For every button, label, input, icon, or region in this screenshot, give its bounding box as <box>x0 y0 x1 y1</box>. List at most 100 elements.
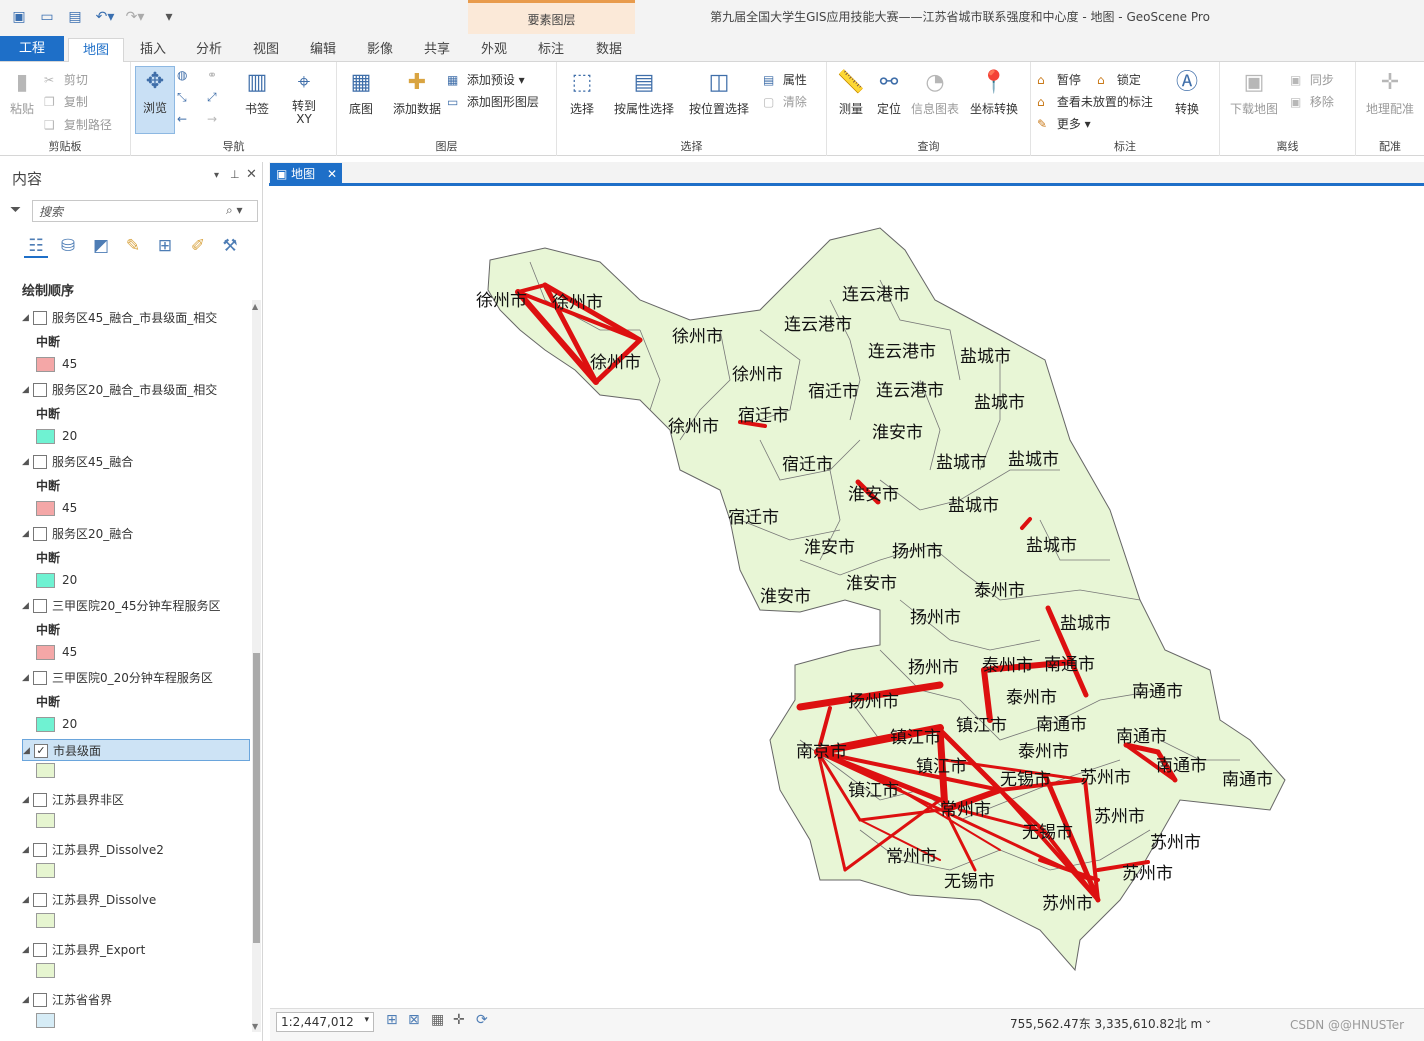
contents-search-input[interactable]: 搜索 <box>32 200 258 222</box>
pin-pane-icon[interactable]: ⊥ <box>230 168 240 181</box>
refresh-icon[interactable]: ⟳ <box>476 1012 488 1028</box>
expand-arrow-icon[interactable]: ◢ <box>22 595 29 617</box>
contents-scrollbar-thumb[interactable] <box>253 653 260 943</box>
legend-swatch[interactable] <box>36 429 55 444</box>
new-project-icon[interactable]: ▣ <box>10 8 28 26</box>
snapping-icon[interactable]: ⊞ <box>386 1012 398 1028</box>
map-canvas[interactable]: 徐州市 徐州市 徐州市 徐州市 徐州市 徐州市 连云港市 连云港市 连云港市 连云港市 宿迁市 宿迁市… <box>270 188 1424 1008</box>
layer-visibility-checkbox[interactable] <box>33 943 47 957</box>
tab-appearance[interactable]: 外观 <box>471 38 517 62</box>
download-map-button[interactable]: ▣ 下载地图 <box>1224 68 1284 117</box>
close-map-tab-icon[interactable]: ✕ <box>327 167 337 181</box>
layer-row[interactable]: ◢ 江苏省省界 <box>22 989 250 1011</box>
coordinate-conversion-button[interactable]: 📍 坐标转换 <box>963 68 1025 117</box>
list-by-labeling-icon[interactable]: ✐ <box>186 234 210 258</box>
attributes-button[interactable]: ▤ 属性 <box>763 71 807 88</box>
search-icon[interactable]: ⌕ ▾ <box>226 203 243 218</box>
previous-extent-button[interactable]: ⚭ <box>207 68 223 82</box>
georeference-button[interactable]: ✛ 地理配准 <box>1358 68 1422 117</box>
layer-row[interactable]: ◢ 江苏县界_Dissolve2 <box>22 839 250 861</box>
filter-icon[interactable]: ⏷ <box>10 202 21 218</box>
redo-icon[interactable]: ↷▾ <box>122 8 148 26</box>
add-data-button[interactable]: ✚ 添加数据 <box>389 68 445 117</box>
tab-map[interactable]: 地图 <box>68 38 124 64</box>
tab-edit[interactable]: 编辑 <box>300 38 346 62</box>
full-extent-button[interactable]: ◍ <box>177 68 193 82</box>
legend-swatch[interactable] <box>36 963 55 978</box>
legend-swatch[interactable] <box>36 501 55 516</box>
table-grid-icon[interactable]: ▦ <box>431 1012 444 1028</box>
expand-arrow-icon[interactable]: ◢ <box>22 939 29 961</box>
legend-swatch[interactable] <box>36 573 55 588</box>
legend-swatch[interactable] <box>36 863 55 878</box>
open-folder-icon[interactable]: ▭ <box>38 8 56 26</box>
forward-button[interactable]: → <box>207 112 223 126</box>
list-by-perspective-icon[interactable]: ⚒ <box>218 234 242 258</box>
add-graphics-layer-button[interactable]: ▭ 添加图形图层 <box>447 93 539 110</box>
layer-visibility-checkbox[interactable] <box>33 793 47 807</box>
scale-selector[interactable]: 1:2,447,012 ▾ <box>276 1012 374 1032</box>
tab-insert[interactable]: 插入 <box>130 38 176 62</box>
list-by-selection-icon[interactable]: ◩ <box>89 234 113 258</box>
tab-analysis[interactable]: 分析 <box>186 38 232 62</box>
legend-swatch[interactable] <box>36 645 55 660</box>
expand-arrow-icon[interactable]: ◢ <box>22 667 29 689</box>
tab-map-view[interactable]: ▣ 地图 ✕ <box>270 163 342 185</box>
list-by-drawing-order-icon[interactable]: ☷ <box>24 234 48 258</box>
layer-row[interactable]: ◢ 江苏县界_Dissolve <box>22 889 250 911</box>
measure-button[interactable]: 📏 测量 <box>831 68 871 117</box>
expand-arrow-icon[interactable]: ◢ <box>22 451 29 473</box>
clear-selection-button[interactable]: ▢ 清除 <box>763 93 807 110</box>
layer-row[interactable]: ◢ 服务区45_融合 <box>22 451 250 473</box>
expand-arrow-icon[interactable]: ◢ <box>22 789 29 811</box>
expand-arrow-icon[interactable]: ◢ <box>22 839 29 861</box>
copy-button[interactable]: ❐ 复制 <box>44 93 88 110</box>
paste-button[interactable]: ▮ 粘贴 <box>4 68 40 117</box>
locate-button[interactable]: ⚯ 定位 <box>871 68 907 117</box>
undo-icon[interactable]: ↶▾ <box>92 8 118 26</box>
legend-swatch[interactable] <box>36 813 55 828</box>
expand-arrow-icon[interactable]: ◢ <box>22 989 29 1011</box>
grid-snap-icon[interactable]: ⊠ <box>408 1012 420 1028</box>
expand-arrow-icon[interactable]: ◢ <box>22 307 29 329</box>
layer-visibility-checkbox[interactable] <box>33 383 47 397</box>
expand-arrow-icon[interactable]: ◢ <box>22 523 29 545</box>
layer-visibility-checkbox[interactable]: ✓ <box>34 744 48 758</box>
expand-arrow-icon[interactable]: ◢ <box>22 889 29 911</box>
back-button[interactable]: ← <box>177 112 193 126</box>
customize-toolbar-icon[interactable]: ▾ <box>160 8 178 26</box>
list-by-data-source-icon[interactable]: ⛁ <box>56 234 80 258</box>
scroll-up-icon[interactable]: ▲ <box>252 302 258 311</box>
copy-path-button[interactable]: ❑ 复制路径 <box>44 116 112 133</box>
crosshair-small-icon[interactable]: ✛ <box>453 1012 465 1028</box>
save-icon[interactable]: ▤ <box>66 8 84 26</box>
infographics-button[interactable]: ◔ 信息图表 <box>909 68 961 117</box>
explore-button[interactable]: ✥ 浏览 <box>135 66 175 134</box>
select-button[interactable]: ⬚ 选择 <box>561 68 603 117</box>
more-button[interactable]: ✎ 更多 ▾ <box>1037 115 1091 132</box>
layer-row[interactable]: ◢ 三甲医院0_20分钟车程服务区 <box>22 667 250 689</box>
basemap-button[interactable]: ▦ 底图 <box>341 68 381 117</box>
tab-labeling[interactable]: 标注 <box>528 38 574 62</box>
coordinate-options-chevron-icon[interactable]: ⌄ <box>1204 1015 1212 1026</box>
layer-visibility-checkbox[interactable] <box>33 527 47 541</box>
layer-row[interactable]: ◢ 服务区45_融合_市县级面_相交 <box>22 307 250 329</box>
tab-share[interactable]: 共享 <box>414 38 460 62</box>
layer-visibility-checkbox[interactable] <box>33 599 47 613</box>
legend-swatch[interactable] <box>36 717 55 732</box>
zoom-out-fixed-button[interactable]: ⤢ <box>207 90 223 105</box>
convert-button[interactable]: Ⓐ 转换 <box>1167 68 1207 117</box>
layer-visibility-checkbox[interactable] <box>33 893 47 907</box>
add-preset-button[interactable]: ▦ 添加预设 ▾ <box>447 71 525 88</box>
lock-labels-button[interactable]: ⌂ 锁定 <box>1097 71 1141 88</box>
select-by-location-button[interactable]: ◫ 按位置选择 <box>683 68 755 117</box>
legend-swatch[interactable] <box>36 763 55 778</box>
legend-swatch[interactable] <box>36 1013 55 1028</box>
list-by-editing-icon[interactable]: ✎ <box>121 234 145 258</box>
layer-visibility-checkbox[interactable] <box>33 455 47 469</box>
tab-project[interactable]: 工程 <box>0 36 64 61</box>
layer-visibility-checkbox[interactable] <box>33 311 47 325</box>
sync-button[interactable]: ▣ 同步 <box>1290 71 1334 88</box>
pause-labels-button[interactable]: ⌂ 暂停 <box>1037 71 1081 88</box>
layer-row[interactable]: ◢ 服务区20_融合_市县级面_相交 <box>22 379 250 401</box>
